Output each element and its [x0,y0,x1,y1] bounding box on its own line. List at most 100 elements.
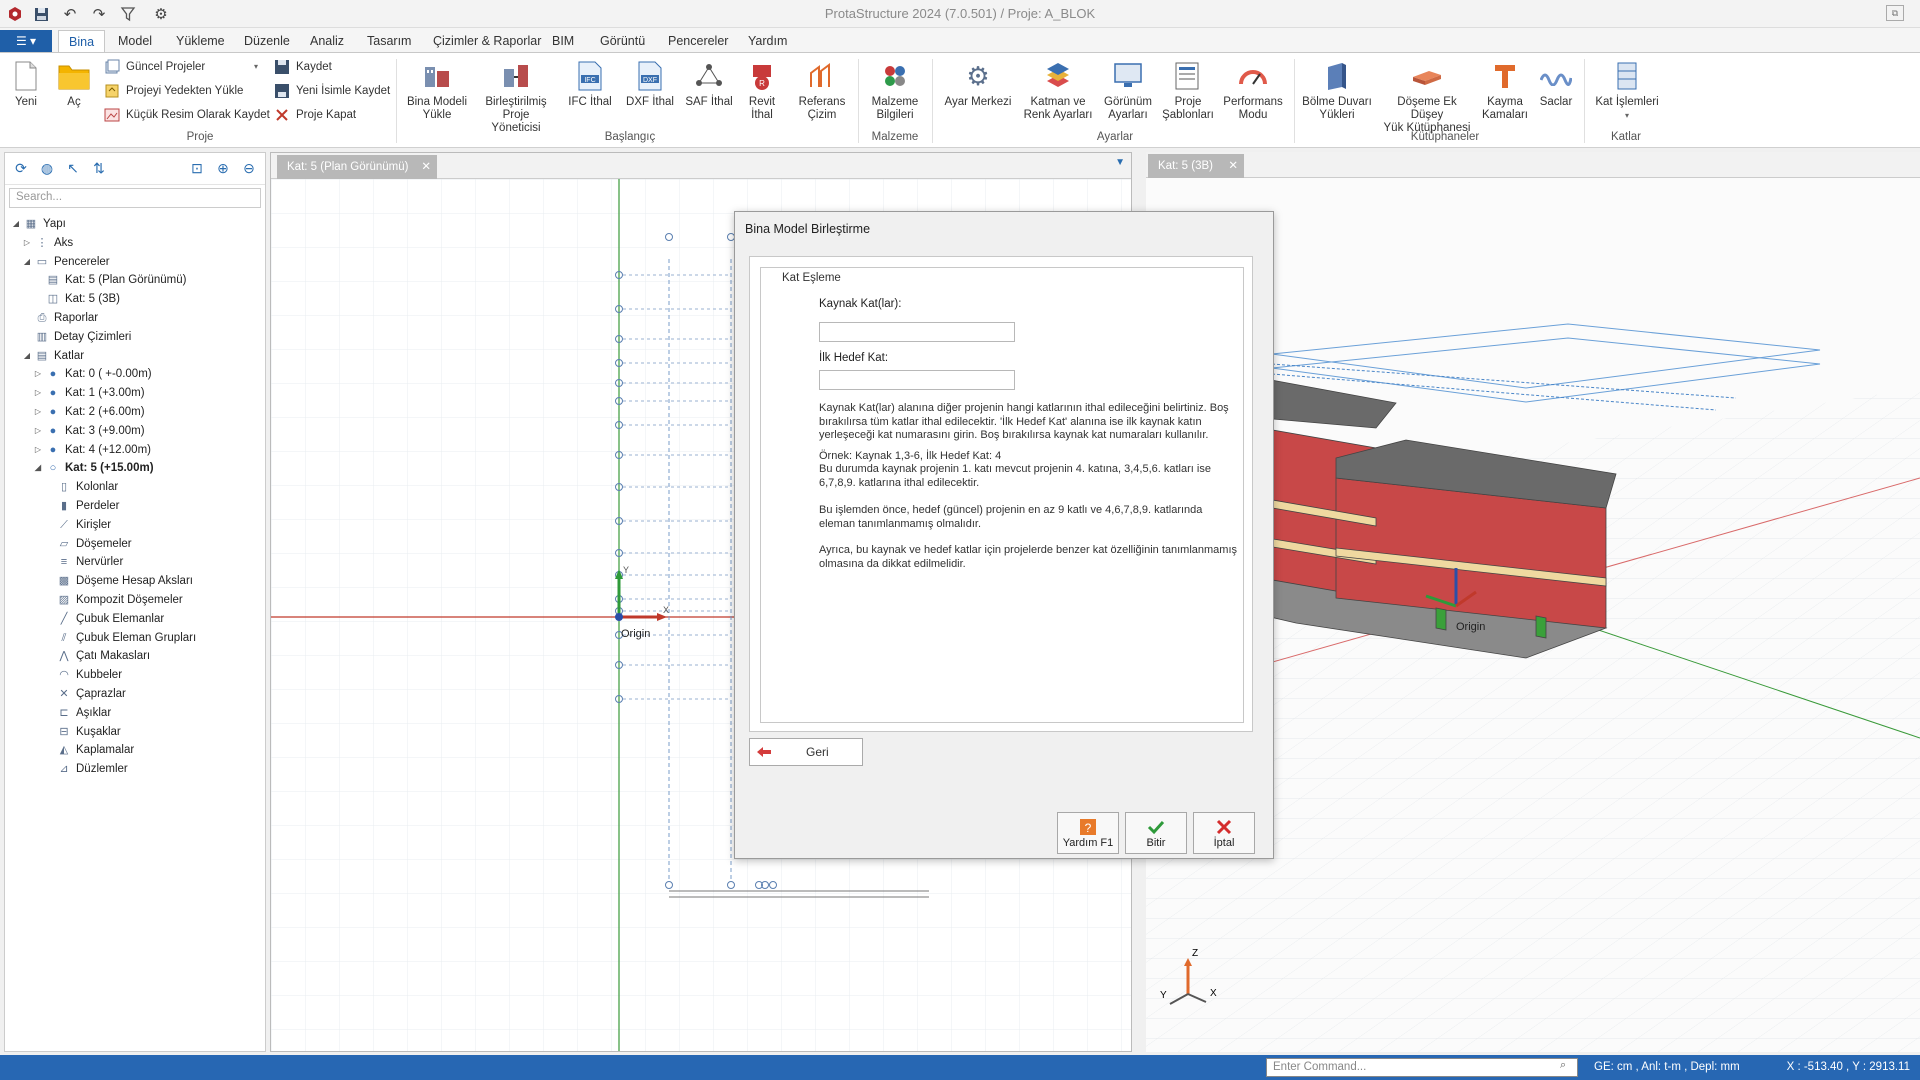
tab-analiz[interactable]: Analiz [300,30,354,52]
expander-icon[interactable]: ▷ [33,384,43,403]
tab-bim[interactable]: BIM [542,30,584,52]
tree-node[interactable]: ⫽ Çubuk Eleman Grupları [5,629,265,648]
tree-node[interactable]: ▮ Perdeler [5,497,265,516]
zoom-in-icon[interactable]: ⊕ [213,159,233,179]
search-icon[interactable]: ⌕ [1560,1059,1576,1075]
tree-node[interactable]: ╱ Çubuk Elemanlar [5,610,265,629]
close-tab-icon[interactable]: ✕ [421,155,431,179]
zoom-out-icon[interactable]: ⊖ [239,159,259,179]
tree-node[interactable]: ▤ Kat: 5 (Plan Görünümü) [5,271,265,290]
tree-node[interactable]: ▷ ⋮ Aks [5,234,265,253]
expander-icon[interactable]: ◢ [11,215,21,234]
tab-bina[interactable]: Bina [58,30,106,52]
tree-node[interactable]: ⊿ Düzlemler [5,760,265,779]
pointer-select-icon[interactable]: ↖ [63,159,83,179]
view-settings-button[interactable]: Görünüm Ayarları [1100,59,1156,122]
close-tab-icon[interactable]: ✕ [1228,154,1238,178]
save-as-button[interactable]: Yeni İsimle Kaydet [274,81,390,101]
saf-import-button[interactable]: SAF İthal [682,59,736,109]
new-project-button[interactable]: Yeni [8,59,44,109]
zoom-extents-icon[interactable]: ⊡ [187,159,207,179]
sort-icon[interactable]: ⇅ [89,159,109,179]
load-building-model-button[interactable]: Bina Modeli Yükle [404,59,470,122]
tree-node[interactable]: ▥ Detay Çizimleri [5,328,265,347]
storey-operations-button[interactable]: Kat İşlemleri ▾ [1590,59,1664,122]
chevron-down-icon[interactable]: ▼ [1115,157,1125,168]
tree-node[interactable]: ⟋ Kirişler [5,516,265,535]
tree-node[interactable]: ≡ Nervürler [5,553,265,572]
settings-center-button[interactable]: ⚙ Ayar Merkezi [940,59,1016,109]
expander-icon[interactable]: ▷ [33,365,43,384]
revit-import-button[interactable]: R Revit İthal [740,59,784,122]
tree-node[interactable]: ▨ Kompozit Döşemeler [5,591,265,610]
tab-plan-view[interactable]: Kat: 5 (Plan Görünümü) ✕ [277,155,437,179]
tree-node[interactable]: ⋀ Çatı Makasları [5,647,265,666]
close-project-button[interactable]: Proje Kapat [274,105,356,125]
material-info-button[interactable]: Malzeme Bilgileri [866,59,924,122]
file-menu-button[interactable]: ☰ ▾ [0,30,52,52]
cancel-button[interactable]: İptal [1193,812,1255,854]
sheets-button[interactable]: Saclar [1536,59,1576,109]
load-backup-button[interactable]: Projeyi Yedekten Yükle [104,81,243,101]
expander-icon[interactable]: ▷ [33,422,43,441]
tree-node[interactable]: ▩ Döşeme Hesap Aksları [5,572,265,591]
tree-node[interactable]: ◢ ▭ Pencereler [5,253,265,272]
finish-button[interactable]: Bitir [1125,812,1187,854]
layer-color-settings-button[interactable]: Katman ve Renk Ayarları [1020,59,1096,122]
tab-yukleme[interactable]: Yükleme [166,30,235,52]
tree-node[interactable]: ▱ Döşemeler [5,535,265,554]
save-button[interactable]: Kaydet [274,57,332,77]
merged-project-manager-button[interactable]: Birleştirilmiş Proje Yöneticisi [478,59,554,135]
command-input[interactable]: Enter Command... [1266,1058,1578,1077]
expander-icon[interactable]: ◢ [22,253,32,272]
tree-node[interactable]: ⊏ Aşıklar [5,704,265,723]
tree-node[interactable]: ⎙ Raporlar [5,309,265,328]
tree-node[interactable]: ✕ Çaprazlar [5,685,265,704]
shear-keys-button[interactable]: Kayma Kamaları [1478,59,1532,122]
expander-icon[interactable]: ◢ [33,459,43,478]
tree-node[interactable]: ▷ ● Kat: 4 (+12.00m) [5,441,265,460]
back-button[interactable]: Geri [749,738,863,766]
slab-load-library-button[interactable]: Döşeme Ek Düşey Yük Kütüphanesi [1380,59,1474,135]
recent-projects-button[interactable]: Güncel Projeler ▾ [104,57,264,77]
dxf-import-button[interactable]: DXF DXF İthal [622,59,678,109]
tree-node[interactable]: ◠ Kubbeler [5,666,265,685]
restore-window-button[interactable]: ⧉ [1886,5,1904,21]
source-storeys-input[interactable] [819,322,1015,342]
help-button[interactable]: ? Yardım F1 [1057,812,1119,854]
tree-search-input[interactable]: Search... [9,188,261,208]
tree-node[interactable]: ▷ ● Kat: 2 (+6.00m) [5,403,265,422]
tree-node[interactable]: ⊟ Kuşaklar [5,723,265,742]
tree-node[interactable]: ◢ ▦ Yapı [5,215,265,234]
tab-duzenle[interactable]: Düzenle [234,30,300,52]
tab-3d-view[interactable]: Kat: 5 (3B) ✕ [1148,154,1244,178]
open-project-button[interactable]: Aç [54,59,94,109]
expander-icon[interactable]: ▷ [33,403,43,422]
tree-node[interactable]: ◢ ▤ Katlar [5,347,265,366]
ifc-import-button[interactable]: IFC IFC İthal [562,59,618,109]
tab-yardim[interactable]: Yardım [738,30,797,52]
tab-tasarim[interactable]: Tasarım [357,30,421,52]
save-thumbnail-button[interactable]: Küçük Resim Olarak Kaydet [104,105,270,125]
tab-goruntu[interactable]: Görüntü [590,30,655,52]
tab-cizimler-raporlar[interactable]: Çizimler & Raporlar [423,30,551,52]
tree-node[interactable]: ▷ ● Kat: 0 ( +-0.00m) [5,365,265,384]
partition-wall-loads-button[interactable]: Bölme Duvarı Yükleri [1302,59,1372,122]
tree-node[interactable]: ▯ Kolonlar [5,478,265,497]
project-templates-button[interactable]: Proje Şablonları [1160,59,1216,122]
tree-node[interactable]: ◭ Kaplamalar [5,741,265,760]
globe-icon[interactable]: ◍ [37,159,57,179]
tree-node[interactable]: ▷ ● Kat: 3 (+9.00m) [5,422,265,441]
expander-icon[interactable]: ▷ [33,441,43,460]
tree-node[interactable]: ▷ ● Kat: 1 (+3.00m) [5,384,265,403]
tree-node[interactable]: ◢ ○ Kat: 5 (+15.00m) [5,459,265,478]
tree-node[interactable]: ◫ Kat: 5 (3B) [5,290,265,309]
first-target-storey-input[interactable] [819,370,1015,390]
performance-mode-button[interactable]: Performans Modu [1220,59,1286,122]
reference-drawing-button[interactable]: Referans Çizim [794,59,850,122]
tab-pencereler[interactable]: Pencereler [658,30,738,52]
tab-model[interactable]: Model [108,30,162,52]
expander-icon[interactable]: ◢ [22,347,32,366]
refresh-icon[interactable]: ⟳ [11,159,31,179]
expander-icon[interactable]: ▷ [22,234,32,253]
